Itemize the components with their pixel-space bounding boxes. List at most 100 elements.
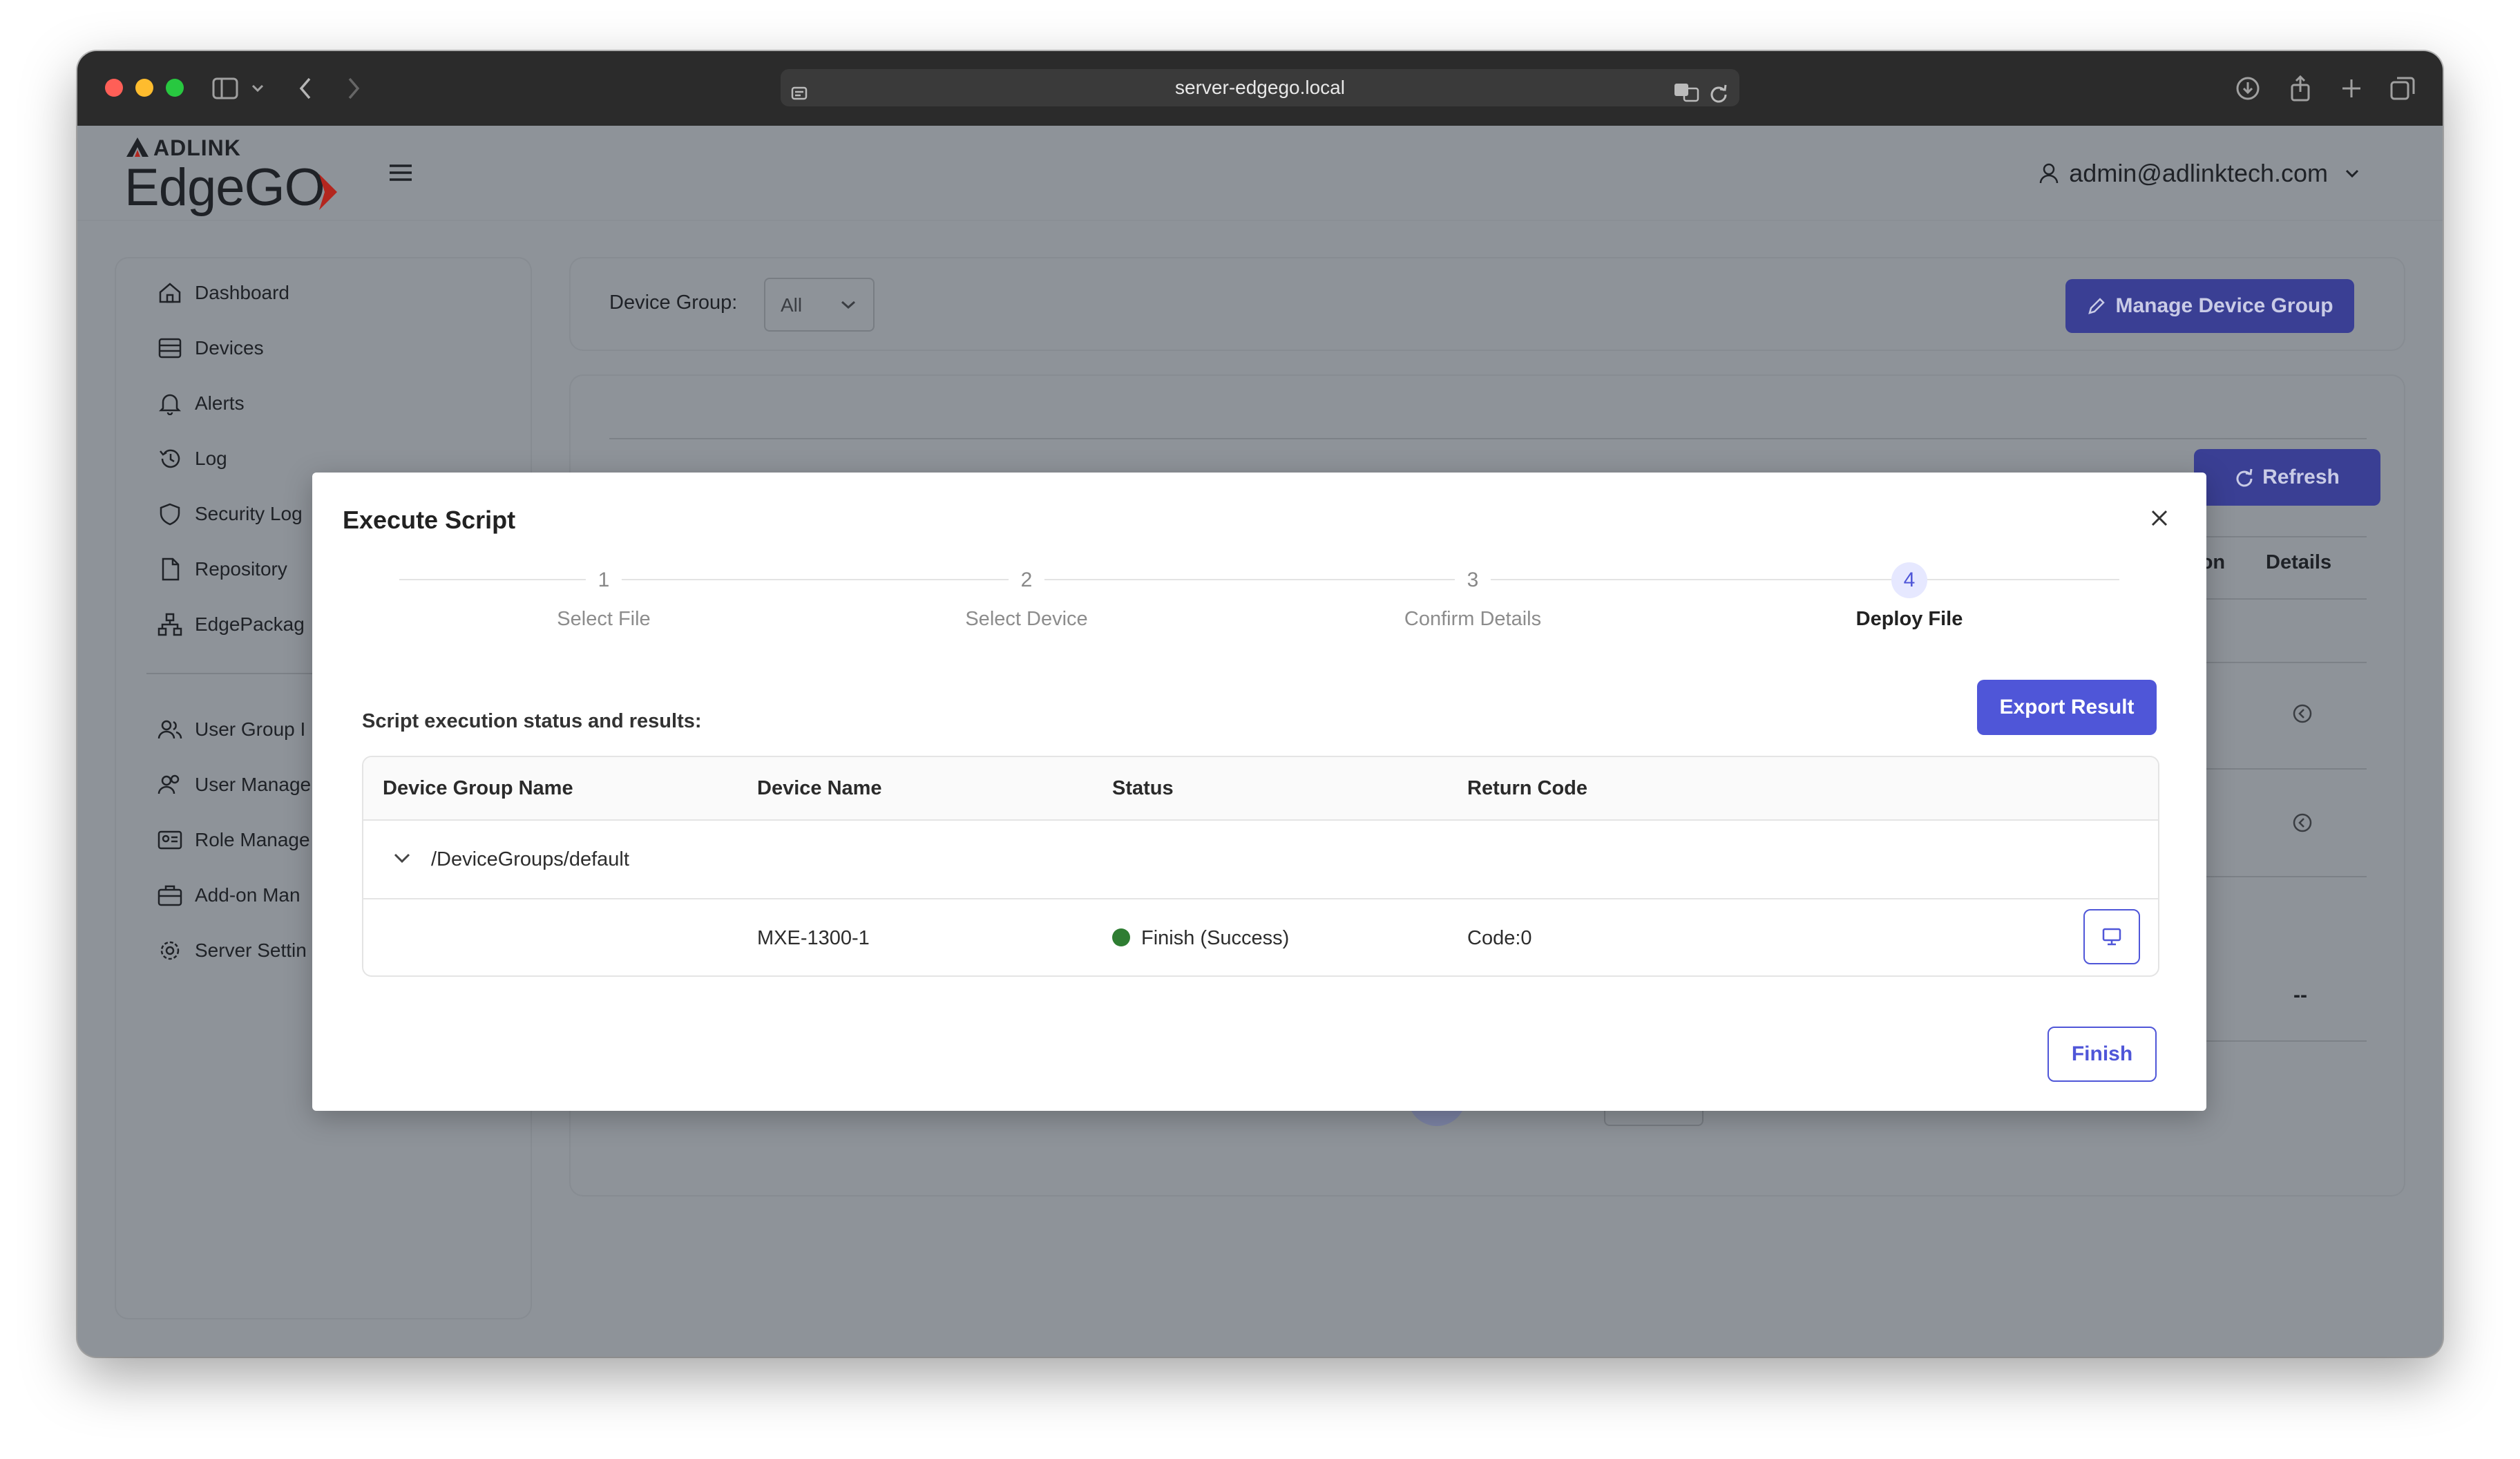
forward-icon[interactable] [337, 72, 370, 105]
step-1-indicator: 1 [586, 562, 622, 598]
dialog-title: Execute Script [343, 506, 516, 534]
sidebar-item-devices[interactable]: Devices [158, 327, 264, 369]
step-1-label: Select File [557, 608, 651, 630]
user-email: admin@adlinktech.com [2069, 159, 2328, 187]
sidebar-item-user-group[interactable]: User Group I [158, 709, 305, 750]
sidebar-item-label: Alerts [195, 392, 245, 414]
sidebar-item-add-on-management[interactable]: Add-on Man [158, 875, 300, 916]
refresh-button[interactable]: Refresh [2194, 449, 2380, 506]
sidebar-item-label: Repository [195, 558, 287, 580]
download-icon[interactable] [2231, 72, 2264, 105]
device-group-label: Device Group: [609, 292, 738, 314]
step-3-label: Confirm Details [1404, 608, 1542, 630]
column-header-device-group-name: Device Group Name [383, 777, 573, 799]
network-icon [158, 613, 182, 636]
device-group-value: All [781, 294, 803, 316]
device-group-select[interactable]: All [764, 278, 875, 332]
app-header: ADLINK EdgeGO admin@adlinktech.com [77, 126, 2443, 221]
close-dialog-button[interactable] [2146, 504, 2173, 532]
sidebar-item-log[interactable]: Log [158, 438, 227, 479]
sidebar-item-label: User Manage [195, 774, 312, 795]
reload-icon[interactable] [1709, 78, 1728, 115]
sidebar-item-label: EdgePackag [195, 613, 305, 635]
close-icon [2151, 510, 2168, 526]
sidebar-item-label: Add-on Man [195, 884, 300, 906]
menu-toggle-icon[interactable] [387, 159, 414, 187]
details-expand-icon[interactable] [2292, 812, 2313, 837]
sidebar-item-label: Log [195, 448, 227, 469]
file-icon [162, 557, 180, 581]
status-dot [1112, 928, 1130, 946]
tab-overview-icon[interactable] [2386, 72, 2419, 105]
close-window-button[interactable] [105, 79, 123, 97]
browser-toolbar: server-edgego.local [77, 51, 2443, 126]
step-4-label: Deploy File [1855, 608, 1963, 630]
chevron-down-icon[interactable] [247, 72, 268, 105]
group-name: /DeviceGroups/default [431, 848, 629, 870]
translate-icon[interactable] [1673, 77, 1699, 115]
sidebar-item-label: User Group I [195, 718, 306, 740]
details-expand-icon[interactable] [2292, 703, 2313, 727]
user-menu[interactable]: admin@adlinktech.com [2039, 156, 2360, 191]
url-text: server-edgego.local [1175, 77, 1345, 98]
refresh-label: Refresh [2262, 466, 2340, 488]
brand-main-text: EdgeGO [124, 158, 325, 217]
finish-button[interactable]: Finish [2048, 1027, 2157, 1082]
column-header-device-name: Device Name [757, 777, 882, 799]
briefcase-icon [158, 885, 182, 906]
browser-window: server-edgego.local ADLINK EdgeGO admin@… [77, 51, 2443, 1357]
sidebar-item-label: Devices [195, 337, 264, 359]
manage-device-group-button[interactable]: Manage Device Group [2065, 279, 2354, 333]
bell-icon [158, 394, 182, 415]
stepper: 1 Select File 2 Select Device 3 Confirm … [312, 562, 2206, 645]
return-code-cell: Code:0 [1467, 927, 1532, 949]
devices-icon [158, 338, 182, 359]
brand-logo[interactable]: ADLINK EdgeGO [124, 133, 345, 217]
sidebar-item-alerts[interactable]: Alerts [158, 383, 245, 424]
adlink-logo-icon [126, 137, 149, 157]
gear-icon [160, 941, 180, 960]
step-2-label: Select Device [965, 608, 1088, 630]
chevron-down-icon[interactable] [392, 852, 412, 865]
step-4-indicator: 4 [1891, 562, 1927, 598]
user-group-icon [158, 720, 182, 739]
users-icon [158, 774, 180, 794]
sidebar-toggle-icon[interactable] [209, 72, 242, 105]
manage-device-group-label: Manage Device Group [2115, 294, 2333, 317]
group-row[interactable]: /DeviceGroups/default [363, 821, 2158, 899]
sidebar-item-label: Dashboard [195, 282, 289, 303]
sidebar-item-role-management[interactable]: Role Manage [158, 819, 310, 861]
sidebar-item-repository[interactable]: Repository [158, 549, 287, 590]
home-icon [159, 283, 181, 303]
maximize-window-button[interactable] [166, 79, 184, 97]
sidebar-item-dashboard[interactable]: Dashboard [158, 272, 289, 314]
filter-bar: Device Group: All Manage Device Group [571, 258, 2404, 350]
sidebar-item-user-management[interactable]: User Manage [158, 764, 311, 805]
chevron-down-icon [2345, 169, 2359, 178]
address-bar[interactable]: server-edgego.local [781, 69, 1739, 106]
export-result-button[interactable]: Export Result [1977, 680, 2157, 735]
column-header-details: Details [2266, 551, 2332, 573]
status-heading: Script execution status and results: [362, 710, 702, 732]
sidebar-item-label: Security Log [195, 503, 303, 524]
sidebar-item-server-settings[interactable]: Server Settin [158, 930, 307, 971]
pencil-icon [2088, 298, 2106, 314]
device-name-cell: MXE-1300-1 [757, 927, 870, 949]
sidebar-item-security-log[interactable]: Security Log [158, 493, 303, 535]
sidebar-item-label: Role Manage [195, 829, 310, 850]
details-empty-value: -- [2293, 984, 2307, 1007]
view-output-button[interactable] [2083, 909, 2140, 964]
back-icon[interactable] [289, 72, 322, 105]
minimize-window-button[interactable] [135, 79, 153, 97]
new-tab-icon[interactable] [2335, 72, 2368, 105]
table-header-row: Device Group Name Device Name Status Ret… [363, 757, 2158, 821]
export-result-label: Export Result [1999, 696, 2135, 718]
share-icon[interactable] [2284, 72, 2317, 105]
column-header-return-code: Return Code [1467, 777, 1587, 799]
refresh-icon [2236, 468, 2253, 487]
brand-arrow-icon [319, 174, 337, 210]
step-3-indicator: 3 [1455, 562, 1491, 598]
chevron-down-icon [841, 301, 855, 309]
site-settings-icon[interactable] [790, 79, 810, 116]
sidebar-item-edgepackage[interactable]: EdgePackag [158, 604, 305, 645]
